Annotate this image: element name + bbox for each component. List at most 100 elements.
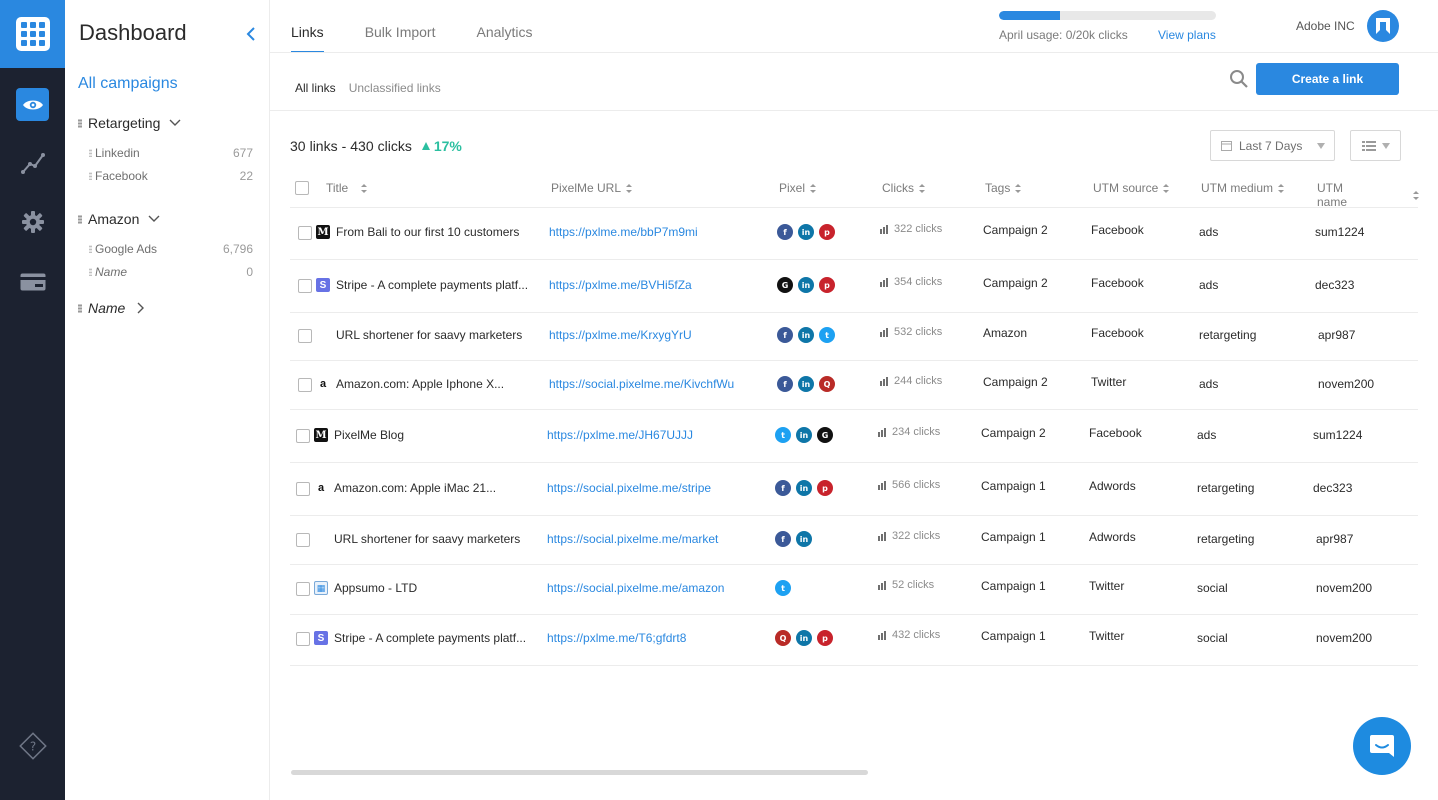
all-campaigns-link[interactable]: All campaigns bbox=[78, 75, 178, 93]
rail-help-button[interactable]: ? bbox=[16, 729, 49, 762]
linkedin-icon[interactable]: in bbox=[798, 376, 814, 392]
column-header-utm-name[interactable]: UTM name bbox=[1317, 181, 1419, 209]
linkedin-icon[interactable]: in bbox=[798, 224, 814, 240]
link-title-cell[interactable]: URL shortener for saavy marketers bbox=[316, 328, 522, 342]
pinterest-icon[interactable]: p bbox=[819, 277, 835, 293]
subtab-unclassified-links[interactable]: Unclassified links bbox=[349, 81, 441, 95]
drag-handle-icon[interactable] bbox=[78, 303, 82, 313]
drag-handle-icon[interactable] bbox=[78, 118, 82, 128]
view-plans-link[interactable]: View plans bbox=[1158, 28, 1216, 42]
table-row[interactable]: M From Bali to our first 10 customers http… bbox=[290, 208, 1418, 260]
quora-icon[interactable]: Q bbox=[775, 630, 791, 646]
link-title-cell[interactable]: URL shortener for saavy marketers bbox=[314, 532, 520, 546]
company-name[interactable]: Adobe INC bbox=[1296, 19, 1355, 33]
campaign-item-name[interactable]: Name 0 bbox=[89, 265, 253, 279]
link-title-cell[interactable]: M PixelMe Blog bbox=[314, 428, 404, 442]
pixelme-url-link[interactable]: https://social.pixelme.me/stripe bbox=[547, 481, 711, 495]
search-icon[interactable] bbox=[1229, 69, 1249, 89]
row-checkbox[interactable] bbox=[296, 533, 310, 547]
campaign-item-google-ads[interactable]: Google Ads 6,796 bbox=[89, 242, 253, 256]
facebook-icon[interactable]: f bbox=[775, 480, 791, 496]
table-row[interactable]: a Amazon.com: Apple Iphone X... https://so… bbox=[290, 361, 1418, 410]
row-checkbox[interactable] bbox=[298, 378, 312, 392]
column-header-utm-source[interactable]: UTM source bbox=[1093, 181, 1170, 195]
select-all-checkbox[interactable] bbox=[295, 181, 309, 195]
column-header-tags[interactable]: Tags bbox=[985, 181, 1022, 195]
drag-handle-icon[interactable] bbox=[89, 268, 92, 276]
row-checkbox[interactable] bbox=[298, 226, 312, 240]
rail-links-button[interactable] bbox=[16, 88, 49, 121]
google-icon[interactable]: G bbox=[817, 427, 833, 443]
row-checkbox[interactable] bbox=[296, 429, 310, 443]
linkedin-icon[interactable]: in bbox=[798, 277, 814, 293]
table-row[interactable]: S Stripe - A complete payments platf... ht… bbox=[290, 615, 1418, 666]
row-checkbox[interactable] bbox=[296, 632, 310, 646]
row-checkbox[interactable] bbox=[298, 329, 312, 343]
link-title-cell[interactable]: a Amazon.com: Apple iMac 21... bbox=[314, 481, 496, 495]
column-header-utm-medium[interactable]: UTM medium bbox=[1201, 181, 1285, 195]
pixelme-url-link[interactable]: https://pxlme.me/BVHi5fZa bbox=[549, 278, 692, 292]
linkedin-icon[interactable]: in bbox=[796, 427, 812, 443]
campaign-group-name[interactable]: Name bbox=[78, 300, 145, 316]
create-link-button[interactable]: Create a link bbox=[1256, 63, 1399, 95]
drag-handle-icon[interactable] bbox=[89, 245, 92, 253]
tab-links[interactable]: Links bbox=[291, 0, 324, 53]
tab-analytics[interactable]: Analytics bbox=[477, 0, 533, 52]
twitter-icon[interactable]: t bbox=[819, 327, 835, 343]
pixelme-url-link[interactable]: https://social.pixelme.me/KivchfWu bbox=[549, 377, 734, 391]
row-checkbox[interactable] bbox=[298, 279, 312, 293]
subtab-all-links[interactable]: All links bbox=[295, 81, 336, 95]
drag-handle-icon[interactable] bbox=[89, 149, 92, 157]
rail-billing-button[interactable] bbox=[16, 265, 49, 298]
link-title-cell[interactable]: M From Bali to our first 10 customers bbox=[316, 225, 519, 239]
column-header-url[interactable]: PixelMe URL bbox=[551, 181, 633, 195]
pinterest-icon[interactable]: p bbox=[817, 630, 833, 646]
avatar[interactable] bbox=[1367, 10, 1399, 42]
link-title-cell[interactable]: a Amazon.com: Apple Iphone X... bbox=[316, 377, 504, 391]
campaign-item-linkedin[interactable]: Linkedin 677 bbox=[89, 146, 253, 160]
row-checkbox[interactable] bbox=[296, 582, 310, 596]
quora-icon[interactable]: Q bbox=[819, 376, 835, 392]
twitter-icon[interactable]: t bbox=[775, 427, 791, 443]
rail-settings-button[interactable] bbox=[16, 205, 49, 238]
pixelme-url-link[interactable]: https://social.pixelme.me/amazon bbox=[547, 581, 724, 595]
facebook-icon[interactable]: f bbox=[775, 531, 791, 547]
pixelme-url-link[interactable]: https://pxlme.me/bbP7m9mi bbox=[549, 225, 698, 239]
link-title-cell[interactable]: S Stripe - A complete payments platf... bbox=[314, 631, 526, 645]
linkedin-icon[interactable]: in bbox=[796, 480, 812, 496]
table-row[interactable]: S Stripe - A complete payments platf... ht… bbox=[290, 261, 1418, 313]
pinterest-icon[interactable]: p bbox=[819, 224, 835, 240]
link-title-cell[interactable]: ▦ Appsumo - LTD bbox=[314, 581, 417, 595]
pixelme-url-link[interactable]: https://pxlme.me/KrxygYrU bbox=[549, 328, 692, 342]
column-header-clicks[interactable]: Clicks bbox=[882, 181, 925, 195]
drag-handle-icon[interactable] bbox=[89, 172, 92, 180]
drag-handle-icon[interactable] bbox=[78, 214, 82, 224]
chat-launcher-button[interactable] bbox=[1353, 717, 1411, 775]
google-icon[interactable]: G bbox=[777, 277, 793, 293]
view-toggle-button[interactable] bbox=[1350, 130, 1401, 161]
pixelme-url-link[interactable]: https://pxlme.me/T6;gfdrt8 bbox=[547, 631, 686, 645]
campaign-group-amazon[interactable]: Amazon bbox=[78, 211, 160, 227]
pixelme-url-link[interactable]: https://pxlme.me/JH67UJJJ bbox=[547, 428, 693, 442]
table-row[interactable]: a Amazon.com: Apple iMac 21... https://soc… bbox=[290, 464, 1418, 516]
column-header-title[interactable]: Title bbox=[326, 181, 368, 195]
linkedin-icon[interactable]: in bbox=[798, 327, 814, 343]
facebook-icon[interactable]: f bbox=[777, 224, 793, 240]
app-logo[interactable] bbox=[0, 0, 65, 68]
campaign-group-retargeting[interactable]: Retargeting bbox=[78, 115, 181, 131]
column-header-pixel[interactable]: Pixel bbox=[779, 181, 817, 195]
table-row[interactable]: M PixelMe Blog https://pxlme.me/JH67UJJJ t i… bbox=[290, 411, 1418, 463]
pixelme-url-link[interactable]: https://social.pixelme.me/market bbox=[547, 532, 718, 546]
row-checkbox[interactable] bbox=[296, 482, 310, 496]
rail-analytics-button[interactable] bbox=[16, 146, 49, 179]
pinterest-icon[interactable]: p bbox=[817, 480, 833, 496]
linkedin-icon[interactable]: in bbox=[796, 630, 812, 646]
campaign-item-facebook[interactable]: Facebook 22 bbox=[89, 169, 253, 183]
date-range-select[interactable]: Last 7 Days bbox=[1210, 130, 1335, 161]
table-row[interactable]: URL shortener for saavy marketers https:/… bbox=[290, 516, 1418, 565]
table-row[interactable]: URL shortener for saavy marketers https:/… bbox=[290, 313, 1418, 361]
chevron-left-icon[interactable] bbox=[243, 24, 259, 44]
tab-bulk-import[interactable]: Bulk Import bbox=[365, 0, 436, 52]
facebook-icon[interactable]: f bbox=[777, 327, 793, 343]
facebook-icon[interactable]: f bbox=[777, 376, 793, 392]
